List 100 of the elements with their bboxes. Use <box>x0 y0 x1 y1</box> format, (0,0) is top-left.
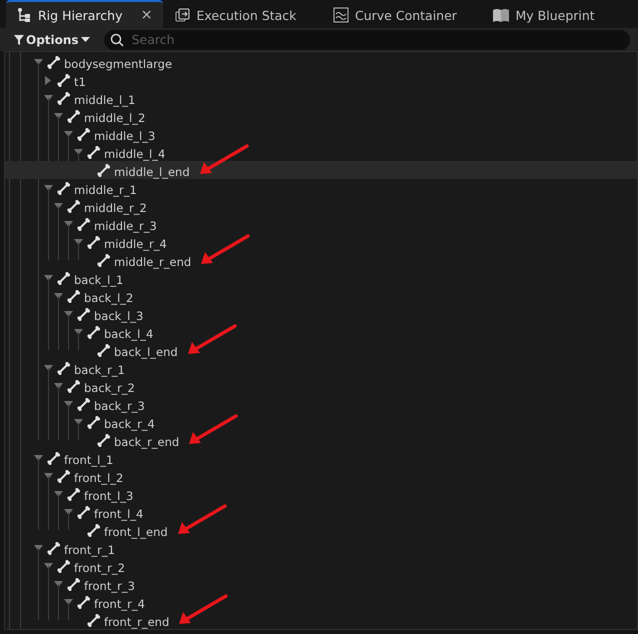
expanded-arrow-icon[interactable] <box>64 131 72 137</box>
expanded-arrow-icon[interactable] <box>74 239 82 245</box>
bone-label: back_r_1 <box>74 362 125 376</box>
bone-icon <box>77 308 90 320</box>
tree-row[interactable]: middle_r_3 <box>5 215 637 233</box>
expanded-arrow-icon[interactable] <box>54 383 62 389</box>
stack-icon <box>174 7 190 24</box>
tree-row[interactable]: front_l_3 <box>5 485 637 503</box>
tree-row[interactable]: front_l_2 <box>5 467 637 485</box>
bone-icon <box>97 434 110 446</box>
expanded-arrow-icon[interactable] <box>64 509 72 515</box>
tree-row[interactable]: front_r_2 <box>5 557 637 575</box>
tree-row[interactable]: middle_l_4 <box>5 143 637 161</box>
expanded-arrow-icon[interactable] <box>44 275 52 281</box>
expanded-arrow-icon[interactable] <box>44 563 52 569</box>
bone-icon <box>57 74 70 86</box>
tree-row[interactable]: back_l_3 <box>5 305 637 323</box>
tree-row[interactable]: back_r_2 <box>5 377 637 395</box>
bone-label: back_l_4 <box>104 326 154 340</box>
bone-label: middle_l_1 <box>74 92 136 106</box>
bone-icon <box>57 272 70 284</box>
expanded-arrow-icon[interactable] <box>64 401 72 407</box>
tree-row[interactable]: back_l_end <box>5 341 637 359</box>
bone-label: back_l_2 <box>84 290 134 304</box>
panel-tab[interactable]: Curve Container <box>323 0 480 28</box>
tree-row[interactable]: middle_l_end <box>5 161 637 179</box>
panel-tab[interactable]: Rig Hierarchy × <box>6 0 162 28</box>
tree-row[interactable]: front_r_3 <box>5 575 637 593</box>
tree-row[interactable]: bodysegmentlarge <box>5 53 637 71</box>
expanded-arrow-icon[interactable] <box>44 185 52 191</box>
expanded-arrow-icon[interactable] <box>74 149 82 155</box>
tree-row[interactable]: t1 <box>5 71 637 89</box>
bone-icon <box>97 254 110 266</box>
tree-row[interactable]: back_r_1 <box>5 359 637 377</box>
expanded-arrow-icon[interactable] <box>64 221 72 227</box>
collapsed-arrow-icon[interactable] <box>45 76 51 84</box>
expanded-arrow-icon[interactable] <box>74 329 82 335</box>
expanded-arrow-icon[interactable] <box>64 599 72 605</box>
expanded-arrow-icon[interactable] <box>44 473 52 479</box>
tree-row[interactable]: middle_r_2 <box>5 197 637 215</box>
bone-icon <box>57 182 70 194</box>
close-icon[interactable]: × <box>140 7 152 24</box>
bone-icon <box>77 398 90 410</box>
bone-label: front_r_3 <box>84 578 135 592</box>
bone-label: middle_r_3 <box>94 218 157 232</box>
tree-row[interactable]: middle_l_2 <box>5 107 637 125</box>
expanded-arrow-icon[interactable] <box>44 95 52 101</box>
bone-icon <box>77 218 90 230</box>
expanded-arrow-icon[interactable] <box>64 311 72 317</box>
expanded-arrow-icon[interactable] <box>44 365 52 371</box>
tree-row[interactable]: middle_r_4 <box>5 233 637 251</box>
bone-icon <box>77 506 90 518</box>
tree-row[interactable]: front_l_1 <box>5 449 637 467</box>
tree-row[interactable]: front_r_1 <box>5 539 637 557</box>
bone-icon <box>67 200 80 212</box>
tree-row[interactable]: back_l_1 <box>5 269 637 287</box>
search-input[interactable]: Search <box>130 31 630 48</box>
tree-row[interactable]: front_r_end <box>5 611 637 629</box>
bone-label: middle_l_end <box>114 164 190 178</box>
tree-row[interactable]: back_r_end <box>5 431 637 449</box>
bone-label: middle_r_end <box>114 254 192 268</box>
search-icon <box>110 32 124 47</box>
bone-icon <box>57 560 70 572</box>
expanded-arrow-icon[interactable] <box>54 491 62 497</box>
bone-label: front_l_4 <box>94 506 144 520</box>
expanded-arrow-icon[interactable] <box>54 293 62 299</box>
tree-row[interactable]: middle_l_3 <box>5 125 637 143</box>
bone-label: front_r_2 <box>74 560 125 574</box>
search-field[interactable]: Search <box>104 30 630 50</box>
expanded-arrow-icon[interactable] <box>34 545 42 551</box>
tree-row[interactable]: back_l_4 <box>5 323 637 341</box>
tree-row[interactable]: front_r_4 <box>5 593 637 611</box>
bone-icon <box>67 290 80 302</box>
options-button[interactable]: Options <box>14 32 90 47</box>
expanded-arrow-icon[interactable] <box>34 455 42 461</box>
tree-row[interactable]: middle_l_1 <box>5 89 637 107</box>
expanded-arrow-icon[interactable] <box>54 203 62 209</box>
tree-row[interactable]: back_r_3 <box>5 395 637 413</box>
panel-tab[interactable]: Execution Stack <box>164 0 321 28</box>
bone-label: middle_r_4 <box>104 236 167 250</box>
panel-tab[interactable]: My Blueprint <box>482 0 638 28</box>
tree-row[interactable]: back_l_2 <box>5 287 637 305</box>
bone-icon <box>87 326 100 338</box>
bone-icon <box>77 596 90 608</box>
expanded-arrow-icon[interactable] <box>54 113 62 119</box>
tree-row[interactable]: middle_r_1 <box>5 179 637 197</box>
bone-label: middle_l_4 <box>104 146 166 160</box>
bone-icon <box>67 380 80 392</box>
tree-row[interactable]: front_l_4 <box>5 503 637 521</box>
tree-row[interactable]: middle_r_end <box>5 251 637 269</box>
book-icon <box>492 7 510 24</box>
filter-icon <box>14 34 24 45</box>
hierarchy-icon <box>16 7 32 24</box>
expanded-arrow-icon[interactable] <box>34 59 42 65</box>
tree-row[interactable]: back_r_4 <box>5 413 637 431</box>
expanded-arrow-icon[interactable] <box>74 419 82 425</box>
tree-row[interactable]: front_l_end <box>5 521 637 539</box>
expanded-arrow-icon[interactable] <box>54 581 62 587</box>
bone-label: back_r_end <box>114 434 180 448</box>
bone-label: back_r_2 <box>84 380 135 394</box>
